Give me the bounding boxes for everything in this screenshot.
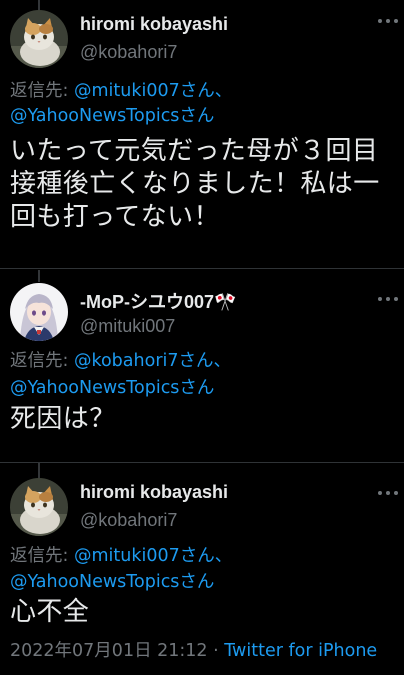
display-name[interactable]: hiromi kobayashi bbox=[80, 14, 228, 35]
tweet-text: 心不全 bbox=[10, 597, 90, 627]
reply-mention-link[interactable]: @kobahori7さん、 bbox=[74, 351, 231, 371]
reply-to-line: 返信先: @mituki007さん、 bbox=[10, 544, 232, 568]
tweet-source-link[interactable]: Twitter for iPhone bbox=[224, 641, 377, 661]
reply-mention-link[interactable]: @YahooNewsTopicsさん bbox=[10, 104, 214, 128]
avatar[interactable] bbox=[10, 10, 68, 68]
reply-to-label: 返信先: bbox=[10, 81, 74, 101]
tweet-1[interactable]: hiromi kobayashi @kobahori7 返信先: @mituki… bbox=[0, 0, 404, 268]
thread-connector-line bbox=[38, 270, 40, 282]
more-options-icon[interactable] bbox=[378, 18, 398, 24]
timestamp[interactable]: 2022年07月01日 21:12 · bbox=[10, 641, 224, 661]
reply-mention-link[interactable]: @YahooNewsTopicsさん bbox=[10, 570, 214, 594]
user-handle[interactable]: @kobahori7 bbox=[80, 510, 177, 531]
tweet-thread-screen: { "tweets": [ { "display_name": "hiromi … bbox=[0, 0, 404, 675]
more-options-icon[interactable] bbox=[378, 296, 398, 302]
reply-to-line: 返信先: @mituki007さん、 bbox=[10, 79, 232, 103]
avatar[interactable] bbox=[10, 283, 68, 341]
more-options-icon[interactable] bbox=[378, 490, 398, 496]
tweet-2[interactable]: -MoP-シユウ007🎌 @mituki007 返信先: @kobahori7さ… bbox=[0, 282, 404, 462]
divider bbox=[0, 268, 404, 269]
anime-character-avatar-icon bbox=[10, 283, 68, 341]
user-handle[interactable]: @kobahori7 bbox=[80, 42, 177, 63]
reply-to-label: 返信先: bbox=[10, 351, 74, 371]
reply-mention-link[interactable]: @mituki007さん、 bbox=[74, 81, 232, 101]
user-handle[interactable]: @mituki007 bbox=[80, 316, 175, 337]
reply-mention-link[interactable]: @mituki007さん、 bbox=[74, 546, 232, 566]
display-name[interactable]: hiromi kobayashi bbox=[80, 482, 228, 503]
reply-to-line: 返信先: @kobahori7さん、 bbox=[10, 349, 231, 373]
avatar[interactable] bbox=[10, 478, 68, 536]
tweet-text: いたって元気だった母が３回目接種後亡くなりました！私は一回も打ってない！ bbox=[10, 136, 380, 232]
reply-to-label: 返信先: bbox=[10, 546, 74, 566]
cat-photo-avatar-icon bbox=[10, 478, 68, 536]
divider bbox=[0, 462, 404, 463]
cat-photo-avatar-icon bbox=[10, 10, 68, 68]
display-name[interactable]: -MoP-シユウ007🎌 bbox=[80, 288, 236, 314]
tweet-meta-footer: 2022年07月01日 21:12 · Twitter for iPhone bbox=[10, 640, 377, 662]
tweet-text: 死因は？ bbox=[10, 404, 116, 434]
reply-mention-link[interactable]: @YahooNewsTopicsさん bbox=[10, 376, 214, 400]
